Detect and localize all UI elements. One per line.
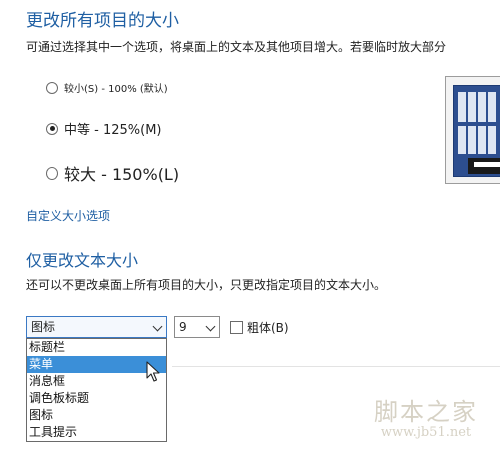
- radio-option-label: 较小(S) - 100% (默认): [64, 84, 168, 95]
- section-all-items-title: 更改所有项目的大小: [26, 11, 179, 31]
- font-size-select[interactable]: 9: [174, 316, 220, 338]
- section-all-items-description: 可通过选择其中一个选项，将桌面上的文本及其他项目增大。若要临时放大部分: [26, 40, 447, 54]
- font-size-select-value: 9: [179, 320, 187, 334]
- radio-option-small[interactable]: 较小(S) - 100% (默认): [46, 80, 168, 95]
- radio-option-medium[interactable]: 中等 - 125%(M): [46, 119, 161, 138]
- preview-desktop: [453, 85, 500, 177]
- section-text-only-title: 仅更改文本大小: [26, 251, 139, 270]
- chevron-down-icon: [152, 321, 163, 332]
- checkbox-icon[interactable]: [230, 321, 243, 334]
- preview-tile: [478, 126, 486, 154]
- dropdown-item[interactable]: 标题栏: [27, 339, 166, 356]
- radio-icon[interactable]: [46, 166, 58, 180]
- preview-tile: [468, 126, 476, 154]
- preview-tile: [488, 126, 496, 154]
- preview-tile: [488, 92, 496, 122]
- dropdown-item[interactable]: 调色板标题: [27, 390, 166, 407]
- size-preview-image: [445, 76, 500, 184]
- item-select-value: 图标: [31, 320, 56, 334]
- custom-size-link[interactable]: 自定义大小选项: [26, 207, 110, 224]
- mouse-pointer-icon: [146, 361, 160, 382]
- preview-tile: [458, 92, 466, 122]
- radio-option-label: 中等 - 125%(M): [64, 123, 162, 138]
- bold-checkbox-row[interactable]: 粗体(B): [230, 319, 289, 336]
- item-dropdown-list: 标题栏 菜单 消息框 调色板标题 图标 工具提示: [26, 338, 167, 442]
- radio-option-label: 较大 - 150%(L): [64, 165, 180, 184]
- dropdown-item[interactable]: 图标: [27, 407, 166, 424]
- watermark-line1: 脚本之家: [374, 398, 478, 426]
- preview-menu-bar: [474, 162, 500, 167]
- item-select[interactable]: 图标: [26, 316, 167, 338]
- watermark-line2: www.jb51.net: [380, 425, 472, 440]
- dropdown-item[interactable]: 工具提示: [27, 424, 166, 441]
- radio-icon[interactable]: [46, 122, 58, 135]
- preview-tile: [458, 126, 466, 154]
- preview-tile: [478, 92, 486, 122]
- preview-tile: [468, 92, 476, 122]
- radio-icon[interactable]: [46, 81, 58, 94]
- bold-checkbox-label: 粗体(B): [247, 321, 289, 335]
- divider: [172, 366, 500, 367]
- section-text-only-description: 还可以不更改桌面上所有项目的大小，只更改指定项目的文本大小。: [26, 278, 387, 292]
- chevron-down-icon: [205, 321, 216, 332]
- watermark: 脚本之家 www.jb51.net: [356, 392, 496, 440]
- radio-option-large[interactable]: 较大 - 150%(L): [46, 161, 179, 185]
